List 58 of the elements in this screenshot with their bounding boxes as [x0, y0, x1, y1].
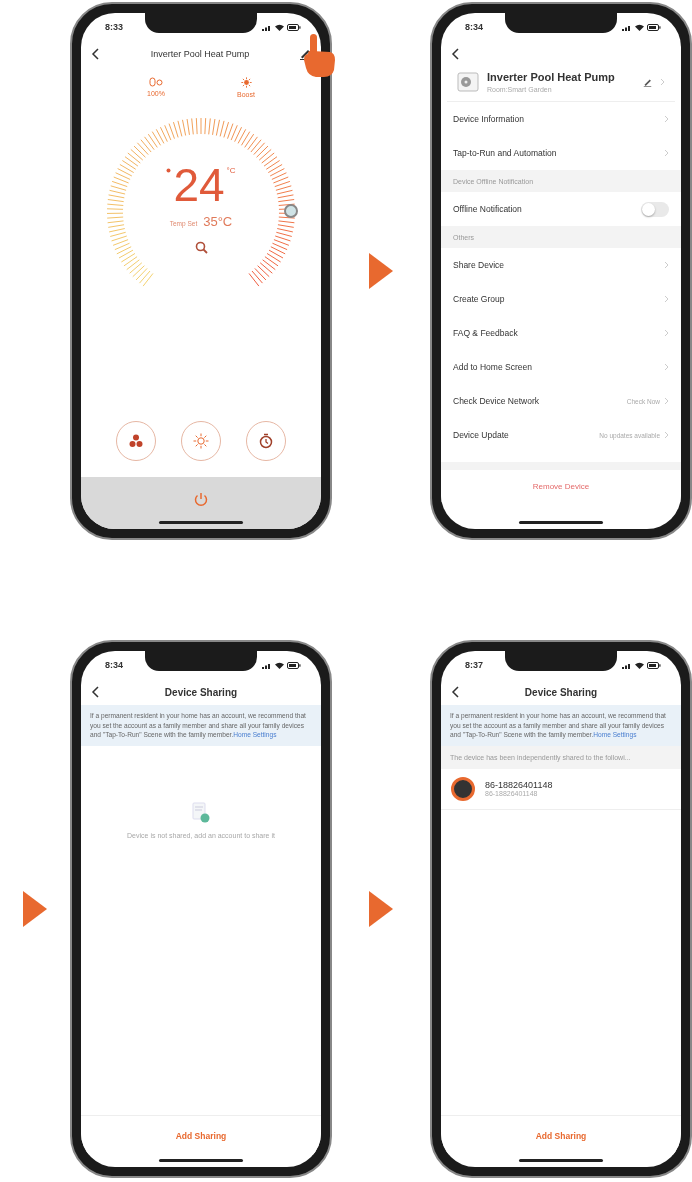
signal-icon	[262, 661, 272, 669]
fan-icon	[128, 434, 143, 448]
chevron-icon	[664, 363, 669, 371]
chevron-icon	[664, 431, 669, 439]
power-icon	[193, 491, 209, 507]
temperature-value: 24	[173, 162, 225, 208]
sun-icon	[240, 77, 252, 88]
avatar	[451, 776, 475, 801]
hand-pointer-icon	[302, 34, 336, 78]
row-label: Offline Notification	[453, 204, 523, 214]
back-icon[interactable]	[451, 48, 461, 60]
timer-button[interactable]	[246, 421, 287, 461]
signal-icon	[262, 23, 272, 31]
timer-icon	[259, 433, 274, 449]
pencil-icon[interactable]	[643, 77, 652, 87]
arrow-icon	[369, 891, 393, 927]
battery-icon	[647, 23, 661, 31]
heat-pump-icon	[457, 72, 479, 92]
battery-icon	[287, 23, 301, 31]
battery-icon	[287, 661, 301, 669]
signal-icon	[622, 661, 632, 669]
chevron-icon	[664, 115, 669, 123]
chevron-icon	[664, 261, 669, 269]
temperature-unit: °C	[226, 166, 236, 175]
chevron-icon	[664, 397, 669, 405]
capacity-icon	[149, 77, 163, 87]
heat-icon	[166, 168, 172, 173]
chevron-icon	[660, 78, 665, 86]
chevron-icon	[664, 295, 669, 303]
status-time: 8:33	[105, 22, 123, 32]
wifi-icon	[635, 661, 644, 669]
screen-title: Device Sharing	[523, 686, 599, 698]
wifi-icon	[275, 661, 284, 669]
sun-icon	[193, 433, 209, 449]
status-time: 8:34	[465, 22, 483, 32]
signal-icon	[622, 23, 632, 31]
search-icon[interactable]	[194, 241, 208, 254]
chevron-icon	[664, 149, 669, 157]
wifi-icon	[275, 23, 284, 31]
screen-title: Inverter Pool Heat Pump	[149, 49, 251, 59]
device-name: Inverter Pool Heat Pump	[487, 71, 616, 83]
member-name: 86-18826401148	[485, 780, 553, 791]
empty-document-icon	[191, 801, 211, 824]
battery-icon	[647, 661, 661, 669]
chevron-icon	[664, 329, 669, 337]
status-time: 8:37	[465, 660, 483, 670]
back-icon[interactable]	[91, 686, 101, 698]
arrow-icon	[23, 891, 47, 927]
back-icon[interactable]	[451, 686, 461, 698]
back-icon[interactable]	[91, 48, 101, 60]
fan-button[interactable]	[115, 421, 156, 461]
wifi-icon	[635, 23, 644, 31]
arrow-icon	[369, 253, 393, 289]
toggle-switch[interactable]	[641, 201, 669, 217]
screen-title: Device Sharing	[163, 686, 239, 698]
status-time: 8:34	[105, 660, 123, 670]
set-value: 35°C	[203, 214, 233, 229]
dial-handle[interactable]	[284, 204, 298, 218]
